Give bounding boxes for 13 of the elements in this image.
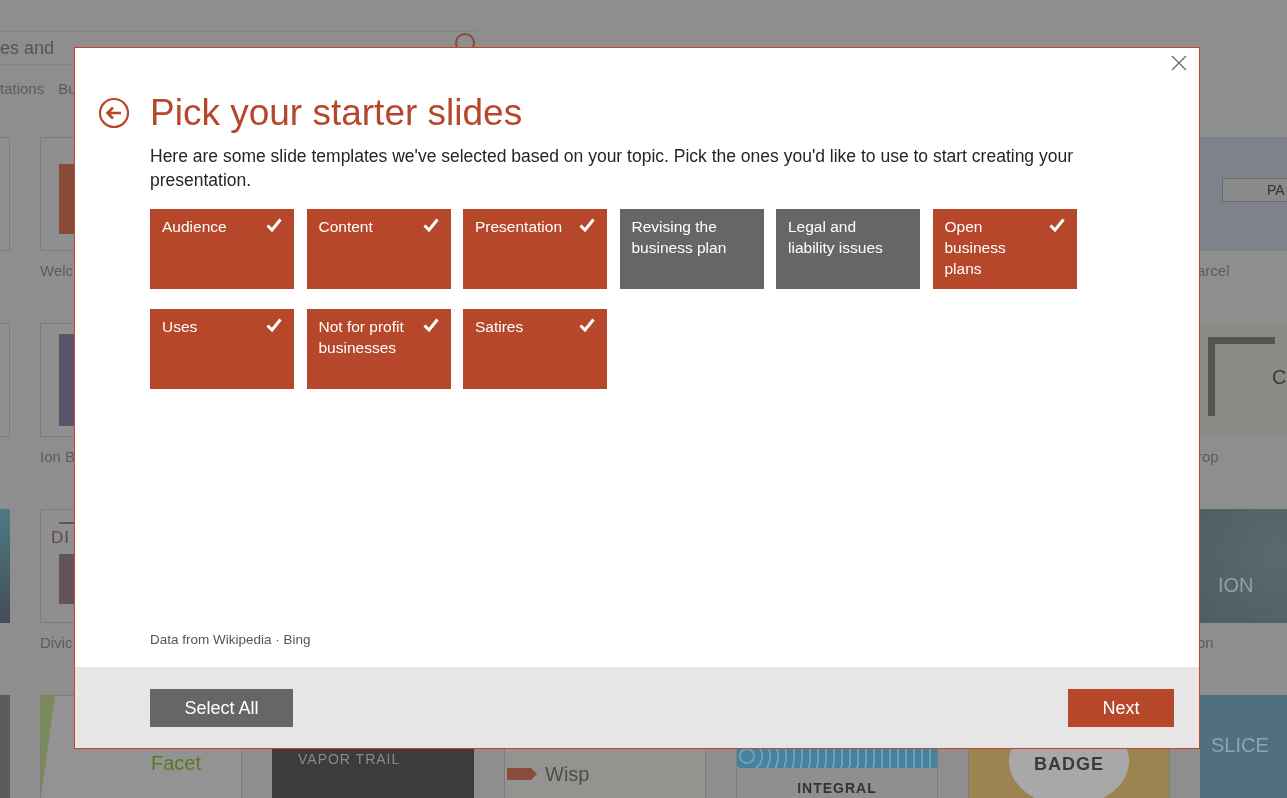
thumbnail-text: C (1272, 366, 1287, 389)
dialog-title: Pick your starter slides (150, 92, 523, 134)
thumbnail-text: INTEGRAL (797, 780, 877, 796)
thumbnail-text: VAPOR TRAIL (298, 751, 402, 767)
thumbnail-text: PA (1267, 181, 1286, 200)
description-text: Here are some slide templates we've selected based on your topic. Pick the ones you'd like to use to start creating your presentation. (150, 145, 1074, 192)
thumbnail-text: DI (51, 528, 71, 548)
thumbnail-text: Wisp (545, 763, 591, 786)
thumbnail-text: Facet (151, 752, 201, 775)
thumbnail-text: BADGE (1034, 754, 1104, 775)
thumbnail-text: SLICE (1211, 734, 1270, 757)
attribution-text: Data from Wikipedia · Bing (150, 632, 312, 647)
thumbnail-text: ION (1218, 574, 1255, 597)
